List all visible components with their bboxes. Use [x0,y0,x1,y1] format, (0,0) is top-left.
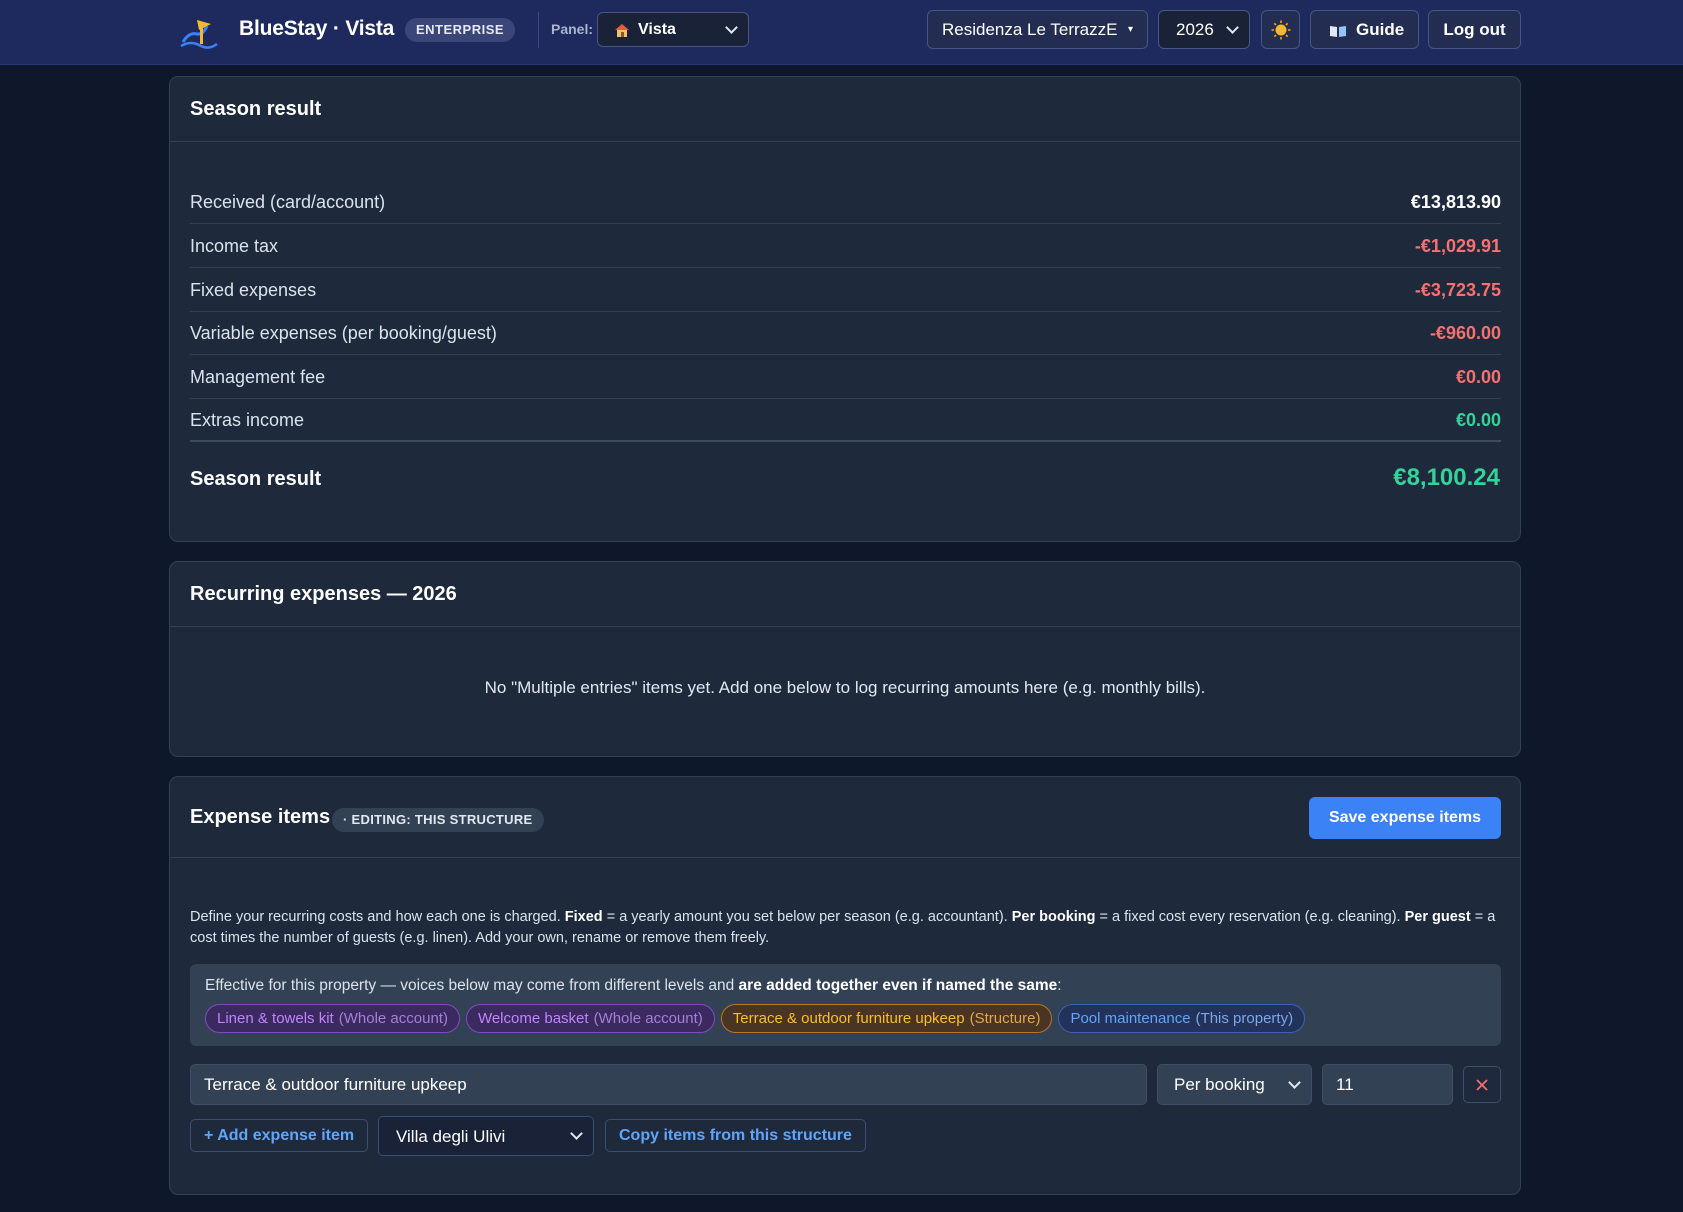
desc-text: = a yearly amount you set below per seas… [602,909,1012,925]
expense-item-name-input[interactable]: Terrace & outdoor furniture upkeep [190,1064,1147,1105]
panel-select[interactable]: Vista [597,12,749,47]
close-icon [1476,1079,1488,1091]
source-structure-value: Villa degli Ulivi [396,1127,506,1146]
desc-fixed-term: Fixed [564,909,603,925]
edition-badge: ENTERPRISE [405,18,516,42]
book-icon [1330,26,1346,37]
summary-amount: -€3,723.75 [1414,280,1501,300]
chevron-down-icon [570,1127,583,1140]
effective-item-pill: Linen & towels kit (Whole account) [205,1004,460,1033]
effective-item-pill: Pool maintenance (This property) [1058,1004,1306,1033]
pill-name: Terrace & outdoor furniture upkeep [732,1010,965,1027]
expense-items-title: Expense items [190,806,331,828]
season-result-title: Season result [190,98,322,120]
expense-item-amount-value: 11 [1336,1075,1354,1094]
effective-items-pills: Linen & towels kit (Whole account) Welcome… [205,1004,1311,1033]
expense-items-description: Define your recurring costs and how each… [190,907,1500,949]
top-bar: BlueStay · Vista ENTERPRISE Panel: Vista… [0,0,1683,65]
intro-colon: : [1057,977,1062,994]
save-expense-items-button[interactable]: Save expense items [1309,797,1501,839]
recurring-empty-message: No "Multiple entries" items yet. Add one… [484,678,1206,697]
summary-row-fixed-expenses: Fixed expenses -€3,723.75 [190,268,1501,312]
source-structure-select[interactable]: Villa degli Ulivi [378,1116,594,1156]
expense-item-amount-input[interactable]: 11 [1322,1064,1453,1105]
copy-items-button[interactable]: Copy items from this structure [605,1119,866,1152]
expense-items-header: Expense items · EDITING: THIS STRUCTURE … [170,777,1520,858]
logout-button[interactable]: Log out [1428,10,1521,49]
house-icon [615,24,629,37]
pill-level: (This property) [1195,1010,1294,1027]
year-value: 2026 [1176,20,1214,39]
summary-row-management-fee: Management fee €0.00 [190,355,1501,399]
expense-items-card: Expense items · EDITING: THIS STRUCTURE … [169,776,1521,1195]
brand-name: BlueStay · Vista [239,17,395,40]
summary-amount: -€960.00 [1429,323,1501,343]
season-total-amount: €8,100.24 [1393,464,1500,491]
summary-row-income-tax: Income tax -€1,029.91 [190,224,1501,268]
summary-row-extras-income: Extras income €0.00 [190,398,1501,442]
effective-items-intro: Effective for this property — voices bel… [205,977,1062,995]
recurring-expenses-card: Recurring expenses — 2026 No "Multiple e… [169,561,1521,757]
effective-item-pill: Welcome basket (Whole account) [465,1004,715,1033]
recurring-expenses-title: Recurring expenses — 2026 [190,583,457,605]
add-expense-item-button[interactable]: + Add expense item [190,1119,369,1152]
effective-items-box: Effective for this property — voices bel… [190,964,1501,1046]
season-result-header: Season result [170,77,1520,142]
caret-down-icon: ▾ [1127,24,1133,35]
intro-text: Effective for this property — voices bel… [205,977,739,994]
pill-level: (Structure) [969,1010,1041,1027]
expense-item-mode-value: Per booking [1174,1075,1265,1094]
pill-name: Pool maintenance [1070,1010,1191,1027]
summary-amount: €0.00 [1455,410,1501,430]
chevron-down-icon [725,21,738,34]
chevron-down-icon [1226,21,1239,34]
property-selector-button[interactable]: Residenza Le TerrazzE ▾ [927,10,1148,49]
summary-label: Management fee [190,367,326,387]
summary-label: Extras income [190,410,305,430]
desc-text: Define your recurring costs and how each… [190,909,565,925]
summary-label: Variable expenses (per booking/guest) [190,323,497,343]
header-divider [538,12,539,48]
summary-label: Fixed expenses [190,280,317,300]
property-name: Residenza Le TerrazzE [942,20,1118,39]
recurring-expenses-header: Recurring expenses — 2026 [170,562,1520,627]
desc-per-booking-term: Per booking [1011,909,1096,925]
summary-amount: €0.00 [1455,367,1501,387]
summary-row-variable-expenses: Variable expenses (per booking/guest) -€… [190,311,1501,355]
expense-item-name-value: Terrace & outdoor furniture upkeep [204,1075,467,1094]
summary-row-received: Received (card/account) €13,813.90 [190,180,1501,224]
desc-text: = a fixed cost every reservation (e.g. c… [1095,909,1405,925]
remove-expense-item-button[interactable] [1463,1066,1501,1103]
pill-name: Welcome basket [477,1010,589,1027]
season-total-label: Season result [190,468,322,490]
summary-label: Income tax [190,236,279,256]
guide-label: Guide [1356,20,1405,39]
expense-item-mode-select[interactable]: Per booking [1157,1064,1312,1105]
year-select[interactable]: 2026 [1158,10,1250,49]
summary-amount: -€1,029.91 [1414,236,1501,256]
panel-select-value: Vista [638,21,676,38]
desc-per-guest-term: Per guest [1404,909,1471,925]
effective-item-pill: Terrace & outdoor furniture upkeep (Struc… [720,1004,1053,1033]
logo-icon [180,20,218,49]
sun-icon [1271,20,1291,40]
pill-name: Linen & towels kit [217,1010,334,1027]
summary-label: Received (card/account) [190,192,386,212]
intro-bold-text: are added together even if named the sam… [738,977,1058,994]
editing-scope-badge: · EDITING: THIS STRUCTURE [332,808,544,832]
summary-amount: €13,813.90 [1410,192,1501,212]
pill-level: (Whole account) [338,1010,448,1027]
panel-label: Panel: [551,21,594,37]
chevron-down-icon [1288,1076,1301,1089]
pill-level: (Whole account) [593,1010,703,1027]
guide-button[interactable]: Guide [1310,10,1419,49]
season-result-card: Season result Received (card/account) €1… [169,76,1521,542]
theme-toggle-button[interactable] [1261,10,1300,49]
